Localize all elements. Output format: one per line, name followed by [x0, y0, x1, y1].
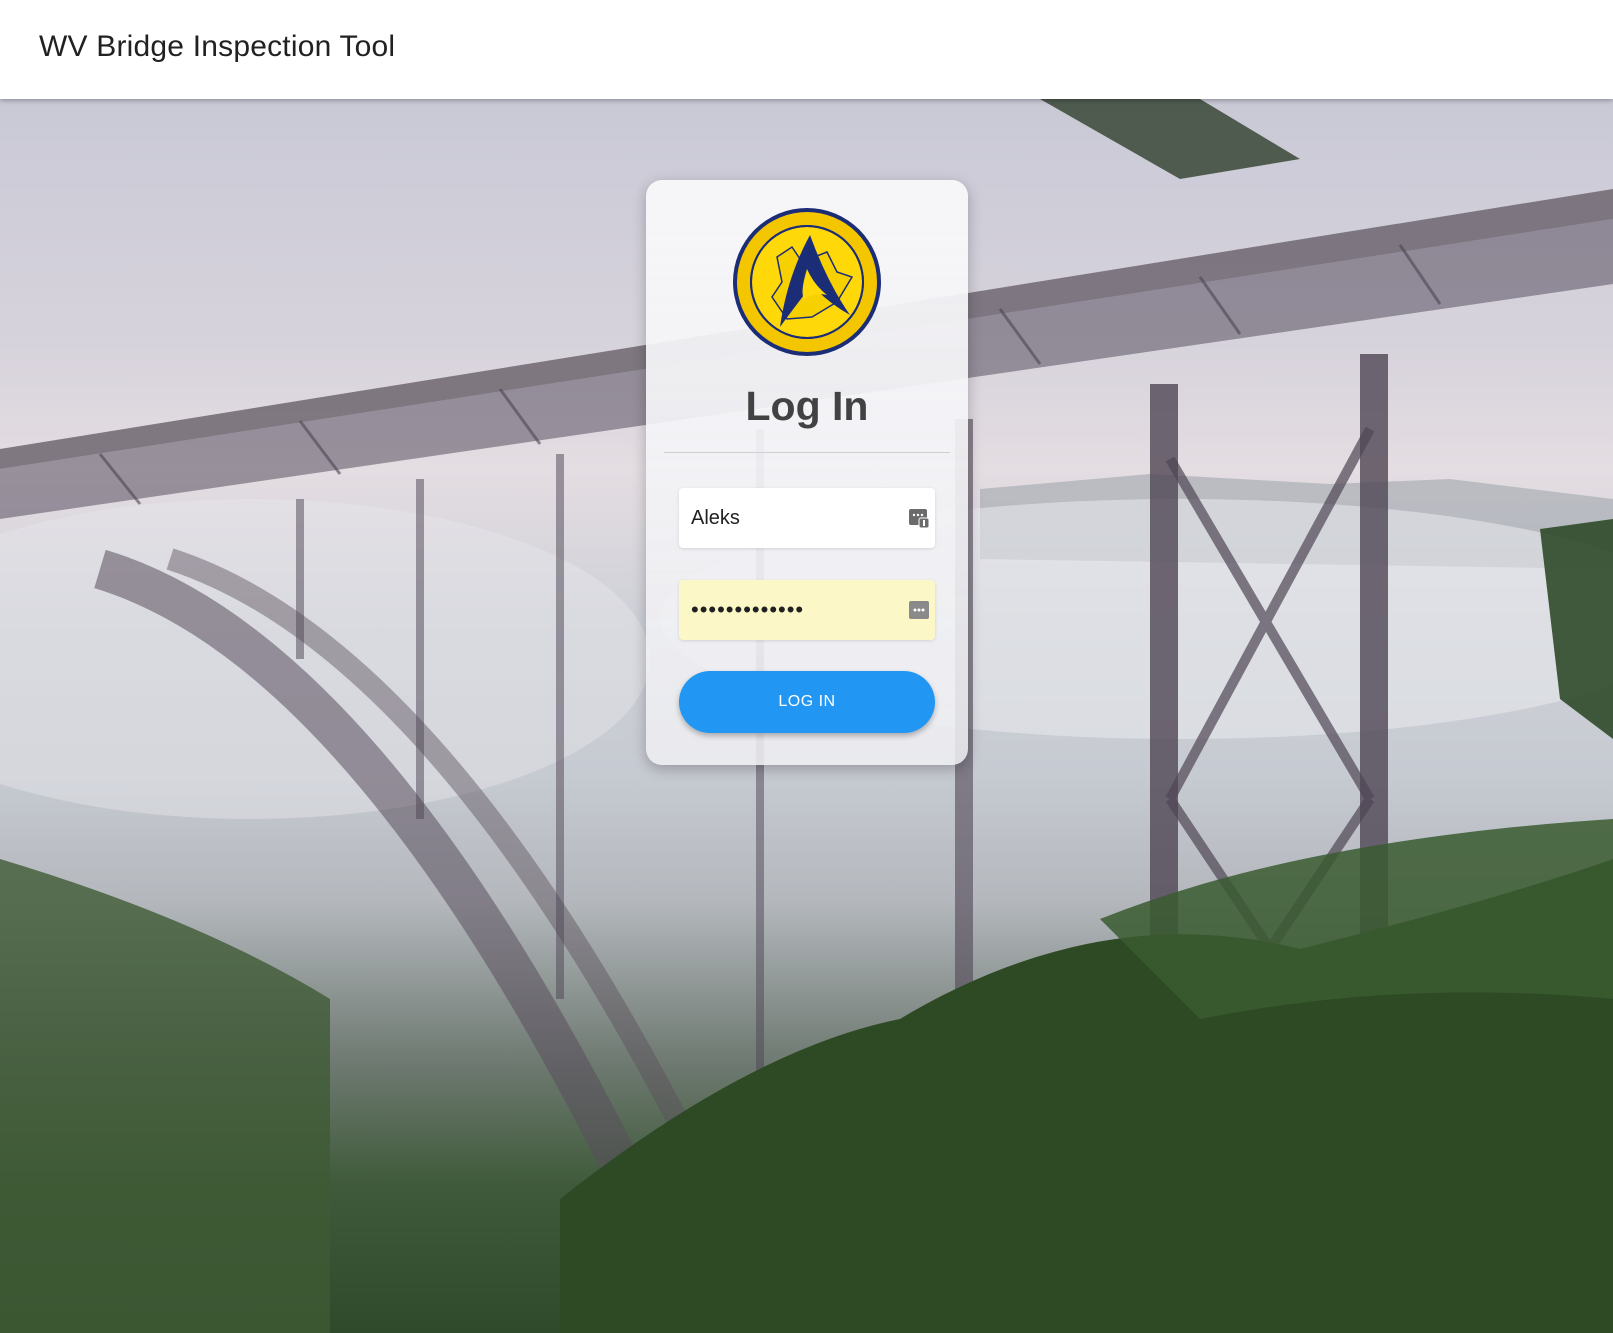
username-field[interactable]: [679, 488, 935, 548]
title-divider: [664, 452, 950, 453]
wvdot-seal-logo: [733, 208, 881, 356]
app-title: WV Bridge Inspection Tool: [39, 30, 396, 63]
password-input[interactable]: [691, 580, 891, 640]
autofill-contact-icon[interactable]: [907, 506, 931, 530]
login-card: Log In LOG IN: [646, 180, 968, 765]
login-button[interactable]: LOG IN: [679, 671, 935, 733]
login-title: Log In: [745, 383, 869, 429]
password-manager-icon[interactable]: [907, 598, 931, 622]
password-field[interactable]: [679, 580, 935, 640]
username-input[interactable]: [691, 488, 891, 548]
app-bar: WV Bridge Inspection Tool: [0, 0, 1613, 99]
